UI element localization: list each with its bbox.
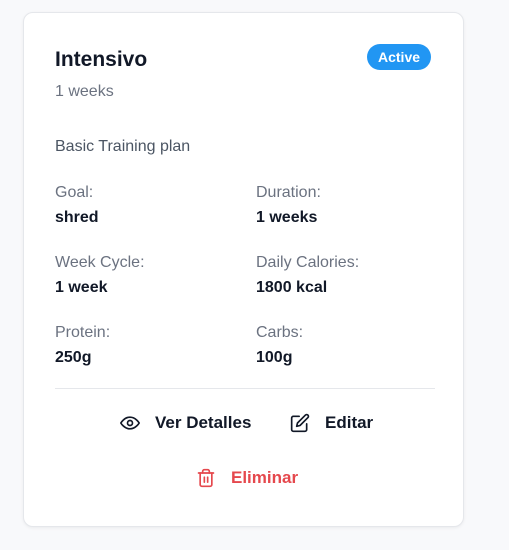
plan-description: Basic Training plan bbox=[55, 138, 191, 155]
delete-button[interactable]: Eliminar bbox=[196, 468, 298, 488]
stat-value: 100g bbox=[256, 349, 293, 366]
divider bbox=[55, 388, 435, 389]
stat-label: Daily Calories: bbox=[256, 254, 360, 271]
stat-label: Duration: bbox=[256, 184, 321, 201]
plan-subtitle: 1 weeks bbox=[55, 83, 114, 100]
edit-square-icon bbox=[290, 413, 310, 433]
stat-value: 1800 kcal bbox=[256, 279, 328, 296]
delete-label: Eliminar bbox=[231, 468, 299, 487]
stat-goal: Goal: shred bbox=[55, 183, 99, 228]
edit-label: Editar bbox=[325, 413, 374, 432]
trash-icon bbox=[196, 468, 216, 488]
stat-value: shred bbox=[55, 209, 99, 226]
stat-daily-calories: Daily Calories: 1800 kcal bbox=[256, 253, 359, 298]
eye-icon bbox=[120, 413, 140, 433]
edit-button[interactable]: Editar bbox=[290, 413, 373, 433]
stat-value: 1 weeks bbox=[256, 209, 318, 226]
status-badge: Active bbox=[367, 44, 432, 70]
plan-card: Intensivo 1 weeks Active Basic Training … bbox=[23, 12, 464, 527]
view-details-label: Ver Detalles bbox=[155, 413, 252, 432]
stat-label: Week Cycle: bbox=[55, 254, 145, 271]
stat-value: 1 week bbox=[55, 279, 108, 296]
stat-value: 250g bbox=[55, 349, 92, 366]
stat-week-cycle: Week Cycle: 1 week bbox=[55, 253, 145, 298]
view-details-button[interactable]: Ver Detalles bbox=[120, 413, 251, 433]
plan-title: Intensivo bbox=[55, 48, 148, 71]
stat-duration: Duration: 1 weeks bbox=[256, 183, 321, 228]
stat-carbs: Carbs: 100g bbox=[256, 323, 303, 368]
stat-label: Carbs: bbox=[256, 324, 304, 341]
stat-label: Protein: bbox=[55, 324, 111, 341]
stat-label: Goal: bbox=[55, 184, 94, 201]
stat-protein: Protein: 250g bbox=[55, 323, 110, 368]
